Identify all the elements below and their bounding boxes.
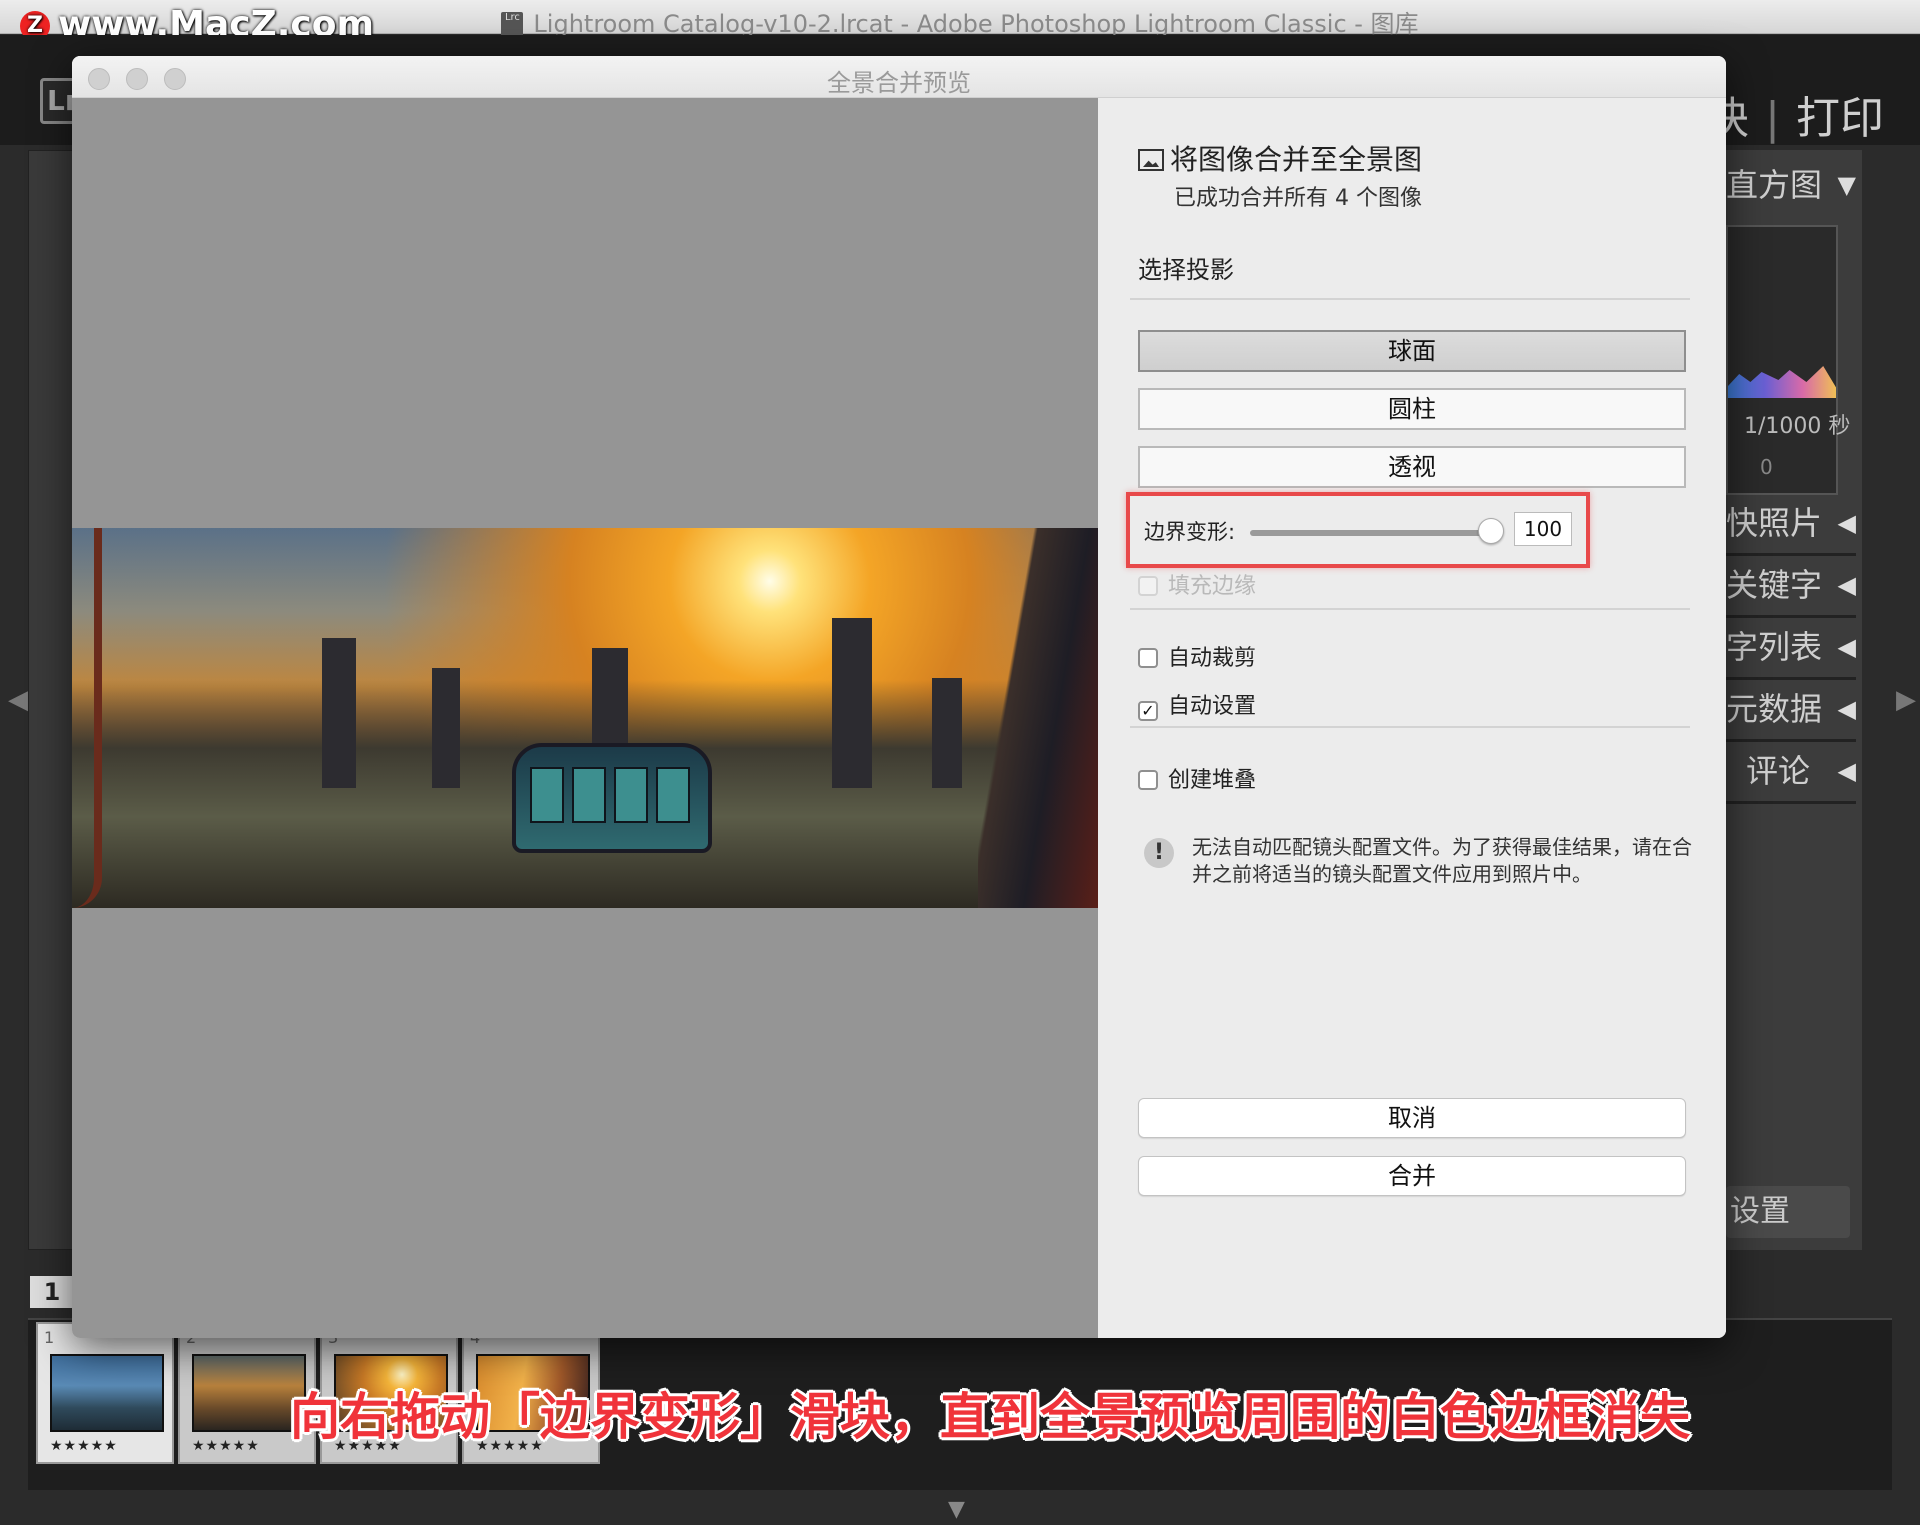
filmstrip-page-indicator[interactable]: 1 [30,1276,74,1308]
merge-status-text: 已成功合并所有 4 个图像 [1174,186,1422,211]
pano-cabin-window [614,767,648,823]
boundary-warp-slider-thumb[interactable] [1478,518,1504,544]
panel-keyword-list[interactable]: 字列表 ◀ [1726,620,1856,680]
filmstrip-item[interactable]: 1 ★★★★★ [36,1322,174,1464]
thumbnail [50,1354,164,1432]
module-nav-separator: | [1765,93,1780,144]
panel-comments[interactable]: 评论 ◀ [1726,744,1856,804]
pano-cabin-window [572,767,606,823]
panel-comments-label: 评论 [1746,752,1811,790]
window-title-text: Lightroom Catalog-v10-2.lrcat - Adobe Ph… [533,10,1419,38]
merge-button[interactable]: 合并 [1138,1156,1686,1196]
panorama-preview-image [72,528,1098,908]
create-stack-row[interactable]: 创建堆叠 [1138,762,1256,794]
pano-tower [432,668,460,788]
pano-frame-right [978,528,1098,908]
left-panel [28,150,74,1250]
screen: { "watermark": { "logo": "Z", "text": "w… [0,0,1920,1525]
panel-keywording-label: 关键字 [1726,566,1823,604]
star-rating[interactable]: ★★★★★ [50,1438,118,1454]
boundary-warp-value-field[interactable]: 100 [1514,512,1572,546]
filmstrip-item-number: 1 [44,1328,55,1347]
create-stack-checkbox[interactable] [1138,770,1158,790]
divider [1130,608,1690,610]
chevron-left-icon: ◀ [1837,695,1856,723]
panel-quick-develop[interactable]: 快照片 ◀ [1726,496,1856,556]
sync-settings-button[interactable]: 设置 [1726,1186,1850,1238]
projection-section-label: 选择投影 [1138,256,1234,284]
warning-icon: ! [1144,838,1174,868]
module-nav-print[interactable]: 打印 [1796,93,1884,144]
bottom-panel-toggle-icon[interactable]: ▼ [948,1497,965,1522]
right-panel-toggle-icon[interactable]: ▶ [1896,685,1916,715]
module-nav: 块 | 打印 [1705,82,1884,146]
boundary-warp-highlight: 边界变形: 100 [1126,492,1590,568]
pano-tower [322,638,356,788]
panel-metadata-label: 元数据 [1726,690,1823,728]
chevron-left-icon: ◀ [1837,633,1856,661]
chevron-down-icon: ▼ [1837,171,1856,199]
create-stack-label: 创建堆叠 [1168,768,1257,793]
pano-ferris-cabin [512,743,712,853]
divider [1130,298,1690,300]
lens-profile-warning: 无法自动匹配镜头配置文件。为了获得最佳结果，请在合并之前将适当的镜头配置文件应用… [1192,835,1692,886]
panel-keywording[interactable]: 关键字 ◀ [1726,558,1856,618]
auto-crop-row[interactable]: 自动裁剪 [1138,640,1256,672]
panorama-image-icon [1138,149,1164,171]
chevron-left-icon: ◀ [1837,571,1856,599]
boundary-warp-label: 边界变形: [1144,520,1236,544]
thumbnail [192,1354,306,1432]
auto-crop-label: 自动裁剪 [1168,646,1257,671]
histogram-display [1726,225,1838,495]
shutter-speed-readout: 1/1000 秒 [1744,414,1851,439]
panorama-merge-dialog: 全景合并预览 将图像合并至全景图 已成功合并所有 4 个图像 选择投影 球面 圆… [72,56,1726,1338]
exposure-readout: 0 [1760,455,1773,479]
panel-histogram-label: 直方图 [1726,166,1823,204]
projection-spherical-button[interactable]: 球面 [1138,330,1686,372]
boundary-warp-slider-track[interactable] [1250,530,1482,536]
chevron-left-icon: ◀ [1837,509,1856,537]
panorama-preview-area [72,98,1098,1338]
pano-cabin-window [656,767,690,823]
pano-tower [832,618,872,788]
chevron-left-icon: ◀ [1837,757,1856,785]
pano-frame-left [72,528,102,908]
panel-keyword-list-label: 字列表 [1726,628,1823,666]
projection-cylindrical-button[interactable]: 圆柱 [1138,388,1686,430]
histogram-graph [1728,366,1836,398]
panel-quick-develop-label: 快照片 [1726,504,1823,542]
fill-edges-checkbox [1138,576,1158,596]
pano-cabin-window [530,767,564,823]
merge-heading-text: 将图像合并至全景图 [1170,143,1423,176]
divider [1130,726,1690,728]
panel-metadata[interactable]: 元数据 ◀ [1726,682,1856,742]
auto-settings-checkbox[interactable]: ✓ [1138,701,1158,721]
merge-options-panel: 将图像合并至全景图 已成功合并所有 4 个图像 选择投影 球面 圆柱 透视 边界… [1098,98,1726,1338]
panel-histogram[interactable]: 直方图 ▼ [1726,158,1856,218]
cancel-button[interactable]: 取消 [1138,1098,1686,1138]
pano-tower [932,678,962,788]
left-panel-toggle-icon[interactable]: ◀ [8,685,28,715]
merge-heading: 将图像合并至全景图 [1138,138,1422,178]
tutorial-caption: 向右拖动「边界变形」滑块，直到全景预览周围的白色边框消失 [290,1388,1690,1446]
auto-settings-label: 自动设置 [1168,694,1257,719]
auto-settings-row[interactable]: ✓ 自动设置 [1138,688,1256,721]
dialog-title-bar: 全景合并预览 [72,56,1726,98]
fill-edges-label: 填充边缘 [1168,574,1257,599]
fill-edges-row: 填充边缘 [1138,568,1256,600]
star-rating[interactable]: ★★★★★ [192,1438,260,1454]
auto-crop-checkbox[interactable] [1138,648,1158,668]
dialog-title: 全景合并预览 [827,69,971,97]
projection-perspective-button[interactable]: 透视 [1138,446,1686,488]
